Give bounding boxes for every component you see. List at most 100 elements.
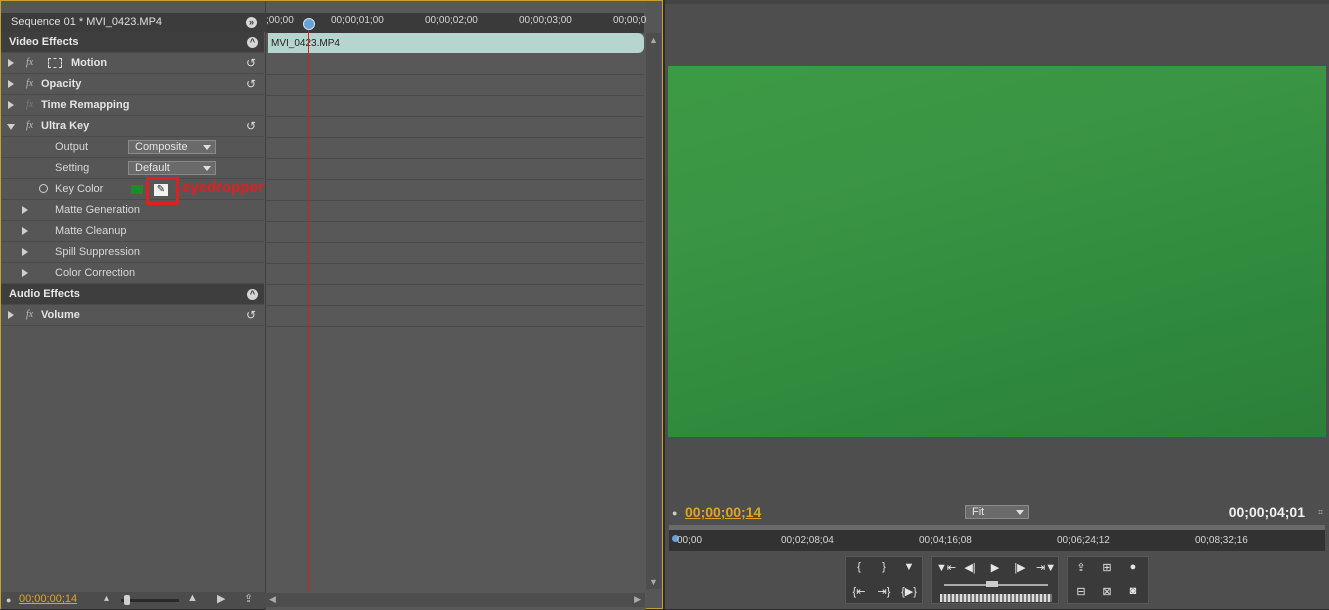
scroll-left-icon[interactable]: ◀ [269,594,276,605]
divider [266,179,644,180]
playhead-line[interactable] [308,21,309,591]
ruler-tick-label: 00;06;24;12 [1057,535,1110,546]
video-frame[interactable] [668,66,1326,437]
transform-handle-icon[interactable] [48,58,62,68]
panel-top-strip [665,0,1329,4]
trim-icon[interactable]: ⊠ [1098,585,1116,598]
step-forward-icon[interactable]: |▶ [1011,561,1029,574]
eyedropper-icon[interactable]: ✎ [153,183,169,197]
divider [266,158,644,159]
param-spill-suppression[interactable]: Spill Suppression [1,242,264,263]
export-frame-icon[interactable]: ⇪ [244,592,253,605]
zoom-slider-handle[interactable] [124,595,130,605]
scroll-down-icon[interactable]: ▼ [649,577,658,587]
go-to-in-icon[interactable]: {⇤ [850,585,868,598]
audio-effects-section[interactable]: Audio Effects ^ [1,284,264,305]
param-label: Matte Generation [55,204,140,216]
play-audio-icon[interactable]: ▶ [217,592,225,605]
effect-time-remapping[interactable]: fx Time Remapping [1,95,264,116]
expand-triangle-icon[interactable] [22,269,28,277]
show-timeline-toggle-icon[interactable]: » [246,17,257,28]
section-label: Audio Effects [9,288,80,300]
effect-controls-panel: Sequence 01 * MVI_0423.MP4 » Video Effec… [0,0,663,610]
reset-icon[interactable]: ↺ [246,308,256,322]
fx-toggle-icon[interactable]: fx [26,120,33,131]
clip-bar[interactable]: MVI_0423.MP4 [268,33,644,53]
collapse-icon[interactable]: ^ [247,289,258,300]
playhead-indicator-icon: ● [6,595,12,605]
ruler-tick-label: 00;00;0 [613,15,647,26]
param-label: Color Correction [55,267,136,279]
transport-controls: { } ▼ {⇤ ⇥} {▶} ▼⇤ ◀| ▶ |▶ ⇥▼ ⇪ ⊞ ● ⊟ ⊠ … [845,556,1150,606]
ruler-tick-label: 00;00 [677,535,703,546]
expand-triangle-icon[interactable] [22,227,28,235]
param-matte-generation[interactable]: Matte Generation [1,200,264,221]
zoom-in-icon[interactable]: ▲ [187,592,198,604]
fx-toggle-icon[interactable]: fx [26,78,33,89]
expand-triangle-icon[interactable] [8,101,14,109]
param-label: Setting [55,162,90,174]
safe-margins-icon[interactable]: ⊞ [1098,561,1116,574]
collapse-icon[interactable]: ^ [247,37,258,48]
play-icon[interactable]: ▶ [986,561,1004,574]
reset-icon[interactable]: ↺ [246,119,256,133]
expand-triangle-icon[interactable] [22,206,28,214]
video-effects-section[interactable]: Video Effects ^ [1,32,264,53]
key-color-swatch[interactable] [131,185,143,194]
divider [266,305,644,306]
current-timecode[interactable]: 00;00;00;14 [685,504,761,520]
chevron-down-icon [203,145,211,150]
horizontal-scrollbar[interactable]: ◀ ▶ [265,593,645,607]
scroll-right-icon[interactable]: ▶ [634,594,641,605]
viewing-area-bar[interactable] [669,525,1325,530]
output-dropdown[interactable]: Composite [128,140,216,154]
playhead-handle[interactable] [303,18,315,30]
lift-icon[interactable]: ⇪ [1072,561,1090,574]
panel-menu-icon[interactable]: ⌗ [1318,507,1323,518]
go-to-next-edit-icon[interactable]: ⇥▼ [1036,561,1056,574]
reset-icon[interactable]: ↺ [246,56,256,70]
add-marker-icon[interactable]: ▼ [900,561,918,573]
zoom-dropdown[interactable]: Fit [965,505,1029,519]
fx-toggle-icon[interactable]: fx [26,57,33,68]
jog-wheel[interactable] [940,594,1052,602]
effect-label: Time Remapping [41,99,130,111]
effect-opacity[interactable]: fx Opacity ↺ [1,74,264,95]
ruler-tick-label: 00;04;16;08 [919,535,972,546]
param-matte-cleanup[interactable]: Matte Cleanup [1,221,264,242]
effect-label: Volume [41,309,80,321]
camera-icon[interactable]: ◙ [1124,585,1142,597]
zoom-out-icon[interactable]: ▴ [104,593,109,604]
setting-dropdown[interactable]: Default [128,161,216,175]
expand-triangle-icon[interactable] [8,59,14,67]
extract-icon[interactable]: ⊟ [1072,585,1090,598]
effect-volume[interactable]: fx Volume ↺ [1,305,264,326]
output-icon[interactable]: ● [1124,561,1142,573]
expand-triangle-icon[interactable] [8,80,14,88]
mark-out-icon[interactable]: } [875,561,893,573]
chevron-down-icon [1016,510,1024,515]
go-to-previous-edit-icon[interactable]: ▼⇤ [936,561,956,574]
monitor-time-ruler[interactable]: 00;00 00;02;08;04 00;04;16;08 00;06;24;1… [669,525,1325,551]
shuttle-handle[interactable] [986,581,998,587]
reset-icon[interactable]: ↺ [246,77,256,91]
expand-triangle-icon[interactable] [8,311,14,319]
playback-controls-group: ▼⇤ ◀| ▶ |▶ ⇥▼ [931,556,1059,604]
play-in-to-out-icon[interactable]: {▶} [900,585,918,598]
ruler-tick-label: 00;08;32;16 [1195,535,1248,546]
effect-ultra-key[interactable]: fx Ultra Key ↺ [1,116,264,137]
expand-triangle-icon[interactable] [22,248,28,256]
stopwatch-icon[interactable] [39,184,48,193]
current-time-display[interactable]: 00;00;00;14 [19,593,77,605]
effect-label: Motion [71,57,108,69]
step-back-icon[interactable]: ◀| [961,561,979,574]
scroll-up-icon[interactable]: ▲ [649,35,658,45]
timeline-ruler[interactable]: ;00;00 00;00;01;00 00;00;02;00 00;00;03;… [266,13,647,33]
mark-in-icon[interactable]: { [850,561,868,573]
vertical-scrollbar[interactable]: ▲ ▼ [646,33,661,589]
collapse-triangle-icon[interactable] [7,124,15,130]
effect-motion[interactable]: fx Motion ↺ [1,53,264,74]
param-color-correction[interactable]: Color Correction [1,263,264,284]
fx-toggle-icon[interactable]: fx [26,309,33,320]
go-to-out-icon[interactable]: ⇥} [875,585,893,598]
